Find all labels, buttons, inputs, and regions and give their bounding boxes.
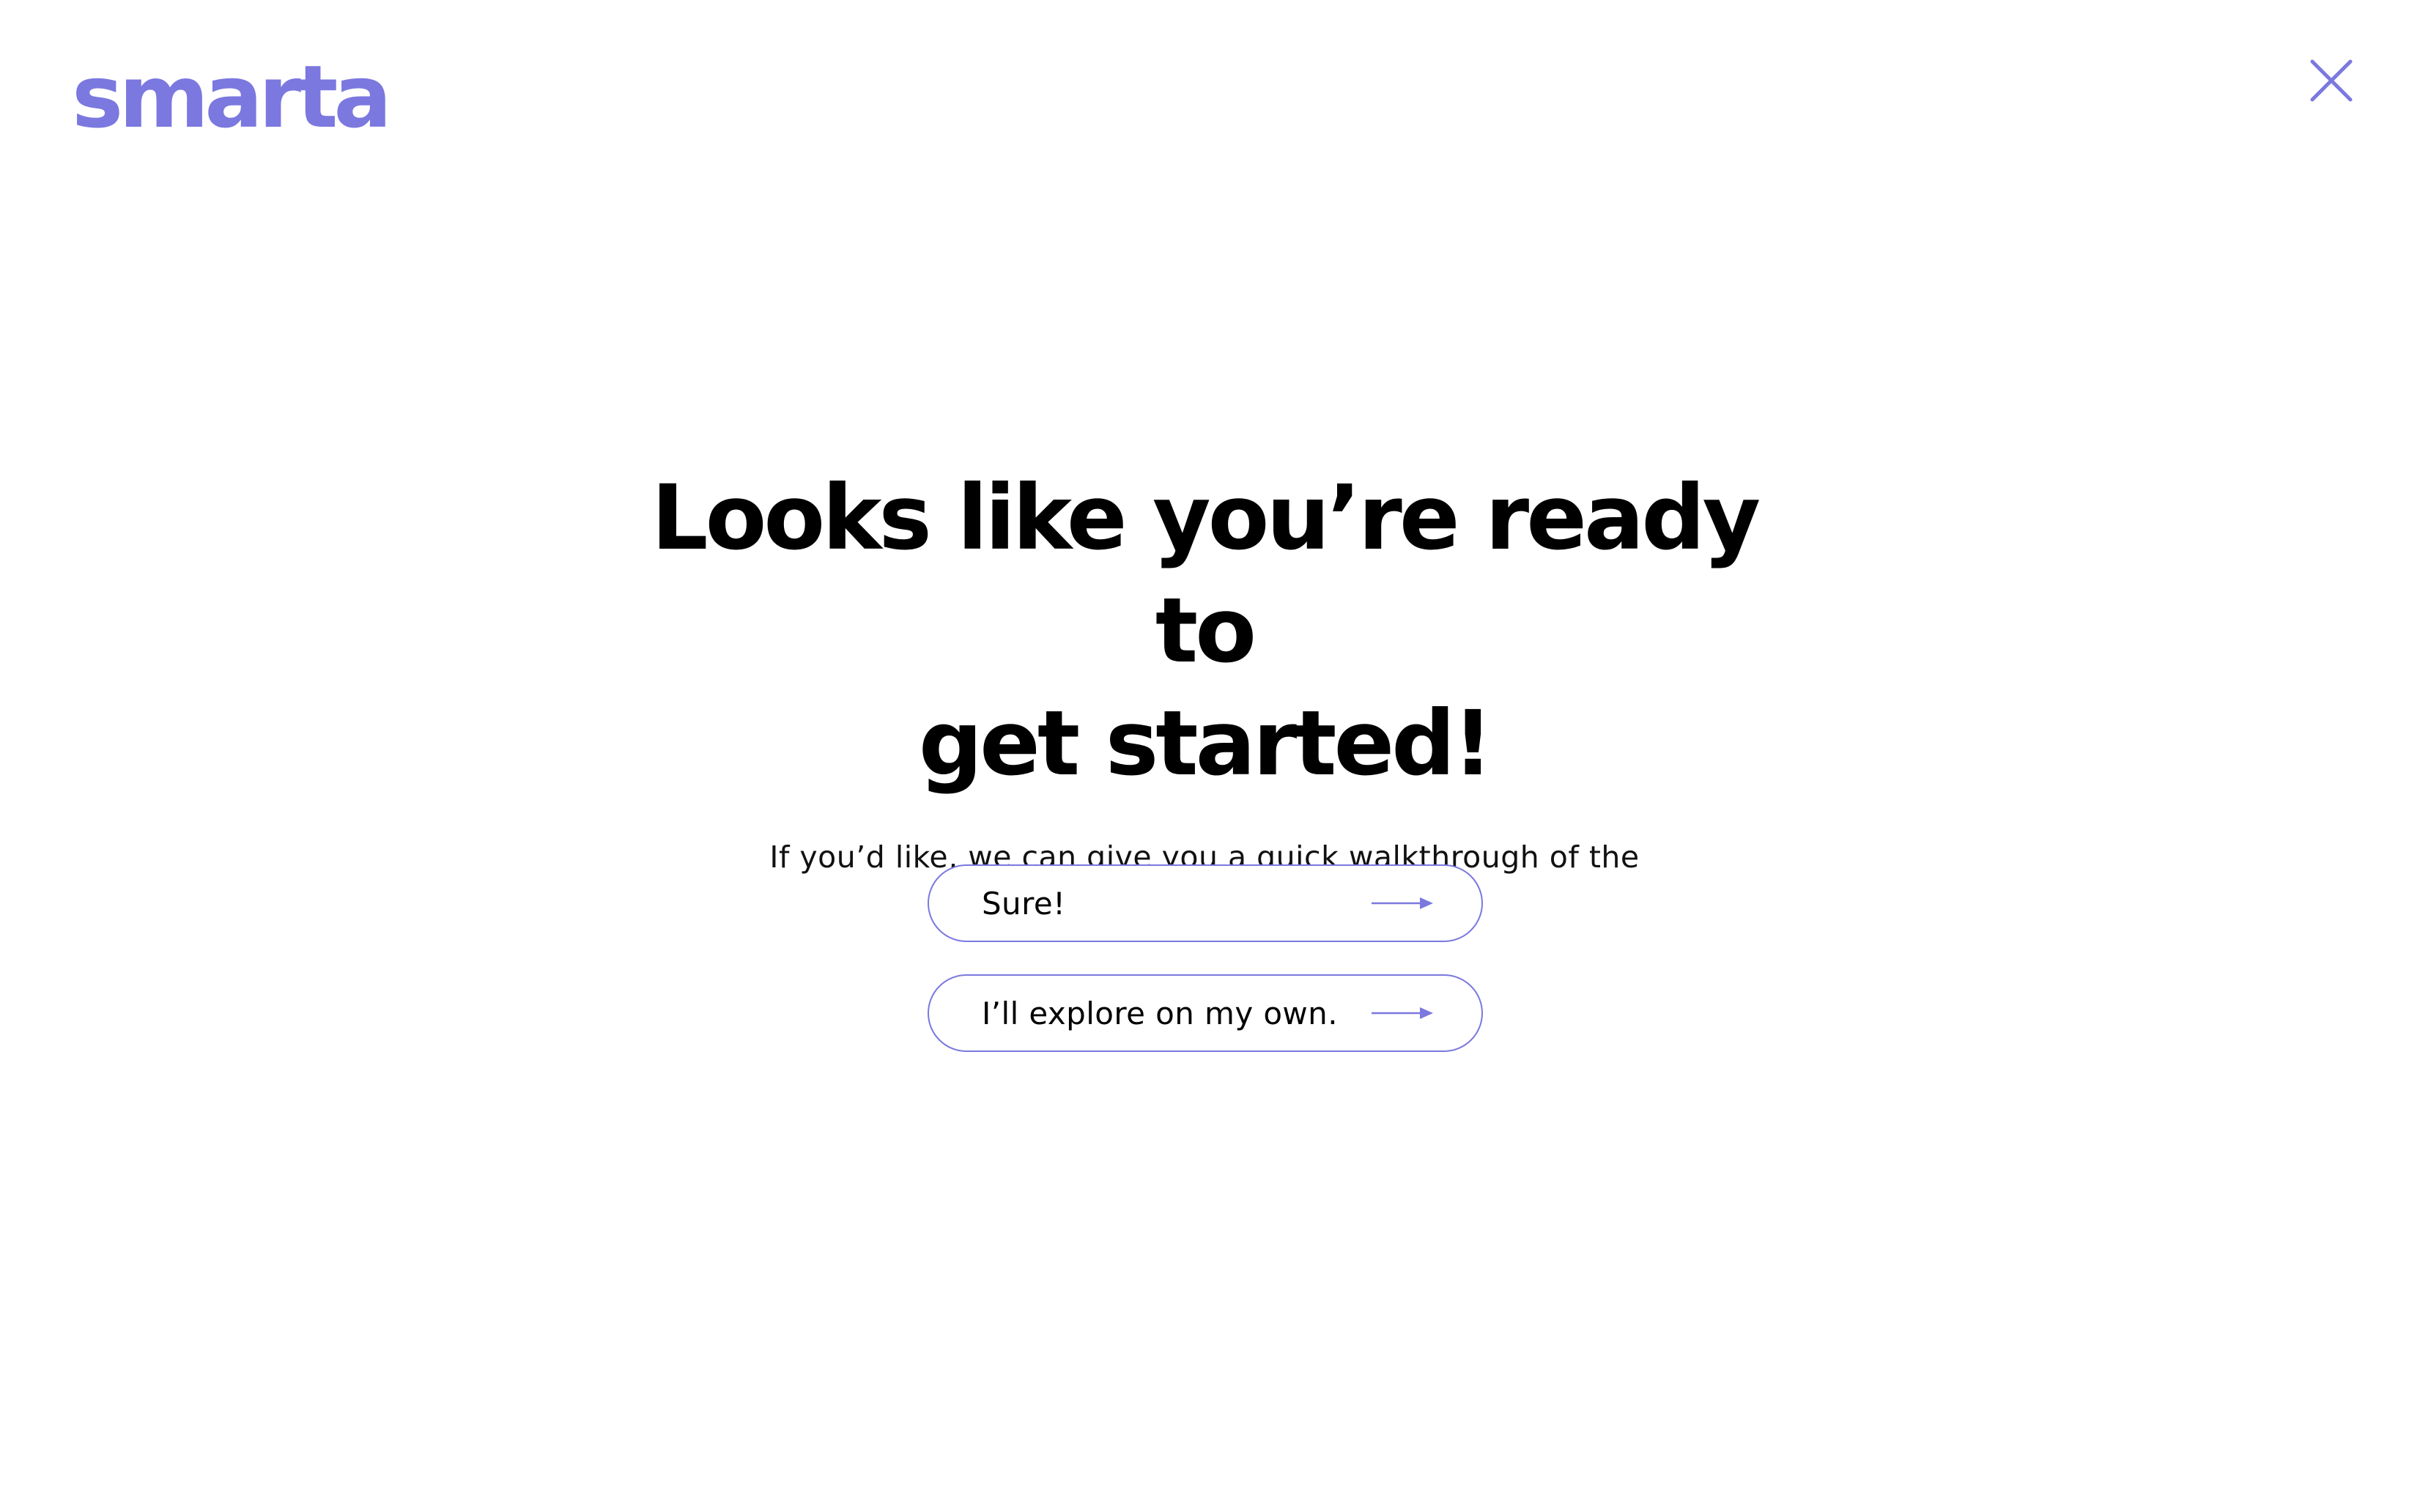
close-icon [2310, 59, 2353, 102]
sure-button[interactable]: Sure! [928, 864, 1483, 942]
smarta-logo: smarta [72, 46, 392, 147]
headline-line-2: get started! [918, 692, 1493, 796]
close-button[interactable] [2309, 59, 2353, 103]
headline-line-1: Looks like you’re ready to [651, 466, 1761, 683]
arrow-right-icon [1372, 1005, 1433, 1021]
arrow-right-icon [1372, 895, 1433, 911]
page-title: Looks like you’re ready to get started! [618, 462, 1791, 800]
explore-on-my-own-button-label: I’ll explore on my own. [982, 995, 1338, 1031]
sure-button-label: Sure! [982, 885, 1066, 922]
explore-on-my-own-button[interactable]: I’ll explore on my own. [928, 974, 1483, 1052]
onboarding-prompt: Looks like you’re ready to get started! … [0, 462, 2409, 924]
